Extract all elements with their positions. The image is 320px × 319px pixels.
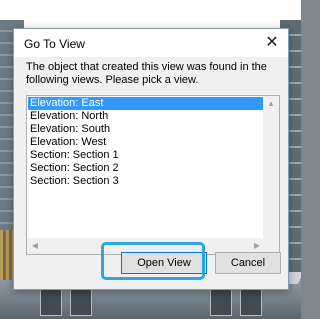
close-icon[interactable]: ✕ (256, 29, 288, 57)
views-list: Elevation: East Elevation: North Elevation… (28, 97, 264, 188)
scroll-up-icon[interactable]: ▲ (263, 96, 279, 112)
vertical-scrollbar[interactable]: ▲ ▼ (263, 96, 279, 254)
dialog-titlebar[interactable]: Go To View ✕ (14, 29, 288, 57)
list-item[interactable]: Elevation: East (28, 97, 264, 110)
list-item[interactable]: Section: Section 3 (28, 175, 264, 188)
window (240, 288, 262, 316)
window (40, 288, 62, 316)
list-item[interactable]: Elevation: South (28, 123, 264, 136)
list-item[interactable]: Section: Section 1 (28, 149, 264, 162)
scroll-left-icon[interactable]: ◀ (27, 238, 43, 254)
highlight-box (101, 242, 205, 280)
window (210, 288, 232, 316)
list-item[interactable]: Elevation: North (28, 110, 264, 123)
window (70, 288, 92, 316)
dialog-message: The object that created this view was fo… (26, 61, 267, 86)
cancel-button[interactable]: Cancel (215, 252, 281, 274)
list-item[interactable]: Elevation: West (28, 136, 264, 149)
list-item[interactable]: Section: Section 2 (28, 162, 264, 175)
dialog-title: Go To View (24, 37, 85, 51)
views-listbox[interactable]: Elevation: East Elevation: North Elevation… (26, 95, 280, 255)
